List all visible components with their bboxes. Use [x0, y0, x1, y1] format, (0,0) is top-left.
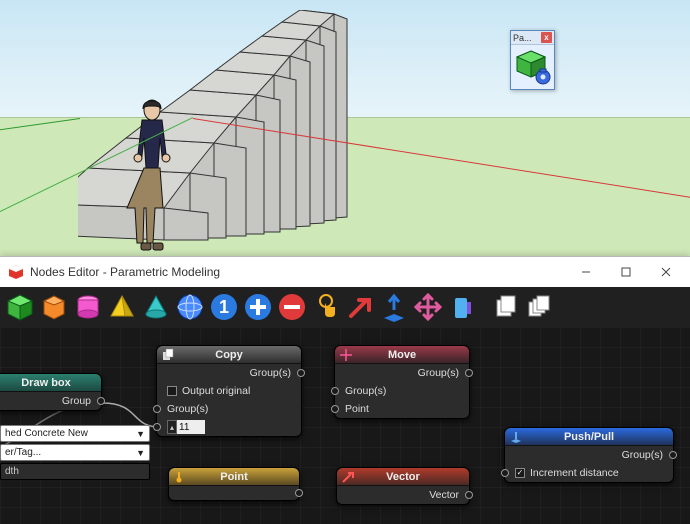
node-move[interactable]: Move Group(s) Group(s) Point — [334, 345, 470, 419]
tool-cylinder-icon[interactable] — [72, 291, 104, 323]
node-point[interactable]: Point — [168, 467, 300, 501]
port-in[interactable] — [153, 405, 161, 413]
node-header: Move — [335, 346, 469, 364]
tool-pyramid-icon[interactable] — [106, 291, 138, 323]
maximize-button[interactable] — [606, 259, 646, 285]
tool-touch-icon[interactable] — [310, 291, 342, 323]
tool-extrude-icon[interactable] — [378, 291, 410, 323]
node-header: Point — [169, 468, 299, 486]
float-title: Pa... — [513, 33, 532, 43]
port-in[interactable] — [331, 387, 339, 395]
tool-cone-icon[interactable] — [140, 291, 172, 323]
tool-sphere-icon[interactable] — [174, 291, 206, 323]
node-header: Push/Pull — [505, 428, 673, 446]
close-button[interactable] — [646, 259, 686, 285]
node-header: Vector — [337, 468, 469, 486]
caret-icon: ▼ — [136, 429, 145, 439]
tool-move-icon[interactable] — [412, 291, 444, 323]
tool-arrow-icon[interactable] — [344, 291, 376, 323]
node-header: Copy — [157, 346, 301, 364]
move-icon — [339, 348, 353, 362]
material-dropdown[interactable]: hed Concrete New▼ — [0, 425, 150, 442]
port-out[interactable] — [295, 489, 303, 497]
port-out[interactable] — [465, 369, 473, 377]
node-header: Draw box — [0, 374, 101, 392]
parametric-toolbar-float[interactable]: Pa... x — [510, 30, 555, 90]
parametric-icon[interactable] — [511, 45, 553, 87]
pushpull-icon — [509, 430, 523, 444]
node-draw-box[interactable]: Draw box Group — [0, 373, 102, 411]
port-out[interactable] — [669, 451, 677, 459]
point-icon — [173, 470, 187, 484]
tool-subtract-icon[interactable] — [276, 291, 308, 323]
side-fields: hed Concrete New▼ er/Tag...▼ dth — [0, 425, 150, 482]
window-title: Nodes Editor - Parametric Modeling — [30, 265, 220, 279]
sketchup-logo-icon — [8, 264, 24, 280]
titlebar[interactable]: Nodes Editor - Parametric Modeling — [0, 257, 690, 287]
nodes-toolbar: 1 — [0, 287, 690, 327]
copies-number-field[interactable]: ▴ 11 — [167, 420, 205, 434]
node-copy[interactable]: Copy Group(s) Output original Group(s) ▴… — [156, 345, 302, 437]
spin-up-icon[interactable]: ▴ — [167, 420, 177, 434]
copy-icon — [161, 348, 175, 362]
caret-icon: ▼ — [136, 448, 145, 458]
svg-text:1: 1 — [219, 297, 229, 317]
minimize-button[interactable] — [566, 259, 606, 285]
close-icon[interactable]: x — [541, 32, 552, 43]
nodes-editor-window: Nodes Editor - Parametric Modeling 1 — [0, 256, 690, 524]
nodes-canvas[interactable]: Draw box Group hed Concrete New▼ er/Tag.… — [0, 327, 690, 524]
port-out[interactable] — [297, 369, 305, 377]
tool-copydoc-icon[interactable] — [490, 291, 522, 323]
tool-cube-icon[interactable] — [4, 291, 36, 323]
tool-add-icon[interactable] — [242, 291, 274, 323]
port-out[interactable] — [465, 491, 473, 499]
tool-number-icon[interactable]: 1 — [208, 291, 240, 323]
checkbox-output-original[interactable] — [167, 386, 177, 396]
width-label: dth — [0, 463, 150, 480]
tool-box-icon[interactable] — [446, 291, 478, 323]
tool-multidoc-icon[interactable] — [524, 291, 556, 323]
port-in[interactable] — [153, 423, 161, 431]
port-in[interactable] — [331, 405, 339, 413]
tag-dropdown[interactable]: er/Tag...▼ — [0, 444, 150, 461]
tool-prism-icon[interactable] — [38, 291, 70, 323]
scale-figure — [122, 98, 182, 253]
vector-icon — [341, 470, 355, 484]
port-in[interactable] — [501, 469, 509, 477]
node-push-pull[interactable]: Push/Pull Group(s) Increment distance — [504, 427, 674, 483]
checkbox-increment[interactable] — [515, 468, 525, 478]
node-vector[interactable]: Vector Vector — [336, 467, 470, 505]
port-out[interactable] — [97, 397, 105, 405]
